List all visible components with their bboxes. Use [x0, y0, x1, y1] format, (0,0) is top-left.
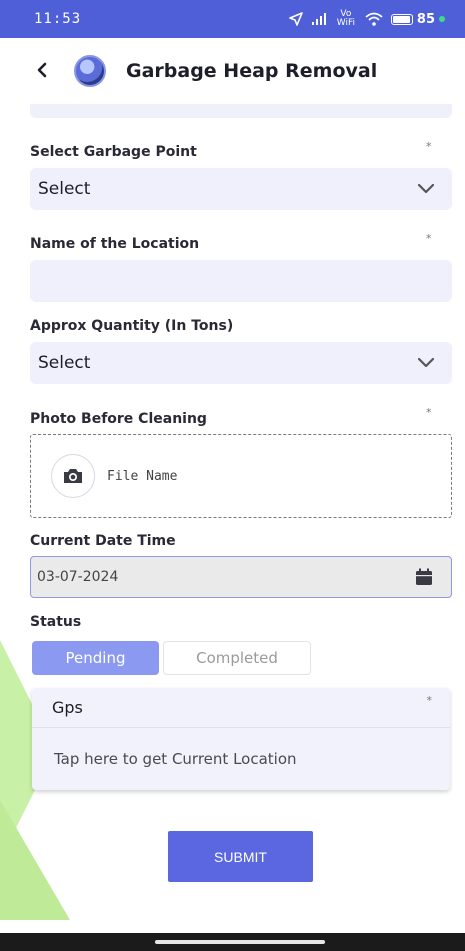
- charging-dot: [439, 16, 445, 22]
- required-marker: *: [426, 140, 432, 153]
- chevron-down-icon: [418, 358, 434, 368]
- date-time-field: 03-07-2024: [30, 556, 452, 598]
- required-marker: *: [426, 232, 432, 245]
- photo-upload[interactable]: File Name: [30, 434, 452, 518]
- photo-label: Photo Before Cleaning: [30, 411, 207, 427]
- chevron-left-icon: [37, 62, 47, 77]
- status-pending-button[interactable]: Pending: [32, 641, 159, 675]
- garbage-point-label: Select Garbage Point: [30, 144, 197, 160]
- gps-card: Gps * Tap here to get Current Location: [32, 688, 450, 790]
- date-time-value: 03-07-2024: [37, 569, 119, 585]
- quantity-select[interactable]: Select: [30, 342, 452, 384]
- gps-label: Gps: [52, 698, 83, 717]
- battery-level: 85: [416, 11, 435, 27]
- garbage-point-value: Select: [38, 179, 91, 199]
- status-bar: 11:53 Vo WiFi 85: [0, 0, 465, 38]
- calendar-icon[interactable]: [415, 568, 433, 586]
- status-time: 11:53: [34, 11, 82, 27]
- system-icons: Vo WiFi 85: [289, 10, 445, 28]
- system-nav-bar: [0, 933, 465, 951]
- required-marker: *: [426, 406, 432, 419]
- required-marker: *: [426, 694, 433, 707]
- submit-button[interactable]: SUBMIT: [168, 831, 313, 882]
- home-gesture-handle[interactable]: [155, 940, 325, 944]
- camera-icon: [64, 469, 82, 483]
- background-decoration: [0, 800, 70, 920]
- location-arrow-icon: [289, 12, 303, 26]
- battery-icon: [390, 13, 413, 25]
- quantity-label: Approx Quantity (In Tons): [30, 318, 234, 334]
- app-header: Garbage Heap Removal: [0, 38, 465, 104]
- app-logo: [74, 55, 106, 87]
- garbage-point-select[interactable]: Select: [30, 168, 452, 210]
- file-name: File Name: [107, 468, 178, 484]
- back-button[interactable]: [36, 59, 54, 84]
- status-completed-button[interactable]: Completed: [163, 641, 311, 675]
- page-title: Garbage Heap Removal: [126, 60, 378, 82]
- network-label: Vo WiFi: [336, 9, 356, 28]
- gps-header: Gps *: [32, 688, 450, 728]
- quantity-value: Select: [38, 353, 91, 373]
- chevron-down-icon: [418, 184, 434, 194]
- get-location-button[interactable]: Tap here to get Current Location: [32, 728, 450, 790]
- signal-icon: [311, 13, 326, 25]
- battery-indicator: 85: [390, 11, 445, 27]
- wifi-icon: [365, 12, 383, 26]
- location-name-input[interactable]: [30, 260, 452, 302]
- date-time-label: Current Date Time: [30, 533, 176, 549]
- previous-field-edge: [30, 104, 452, 118]
- status-label: Status: [30, 614, 82, 630]
- location-name-label: Name of the Location: [30, 236, 200, 252]
- camera-button[interactable]: [51, 454, 95, 498]
